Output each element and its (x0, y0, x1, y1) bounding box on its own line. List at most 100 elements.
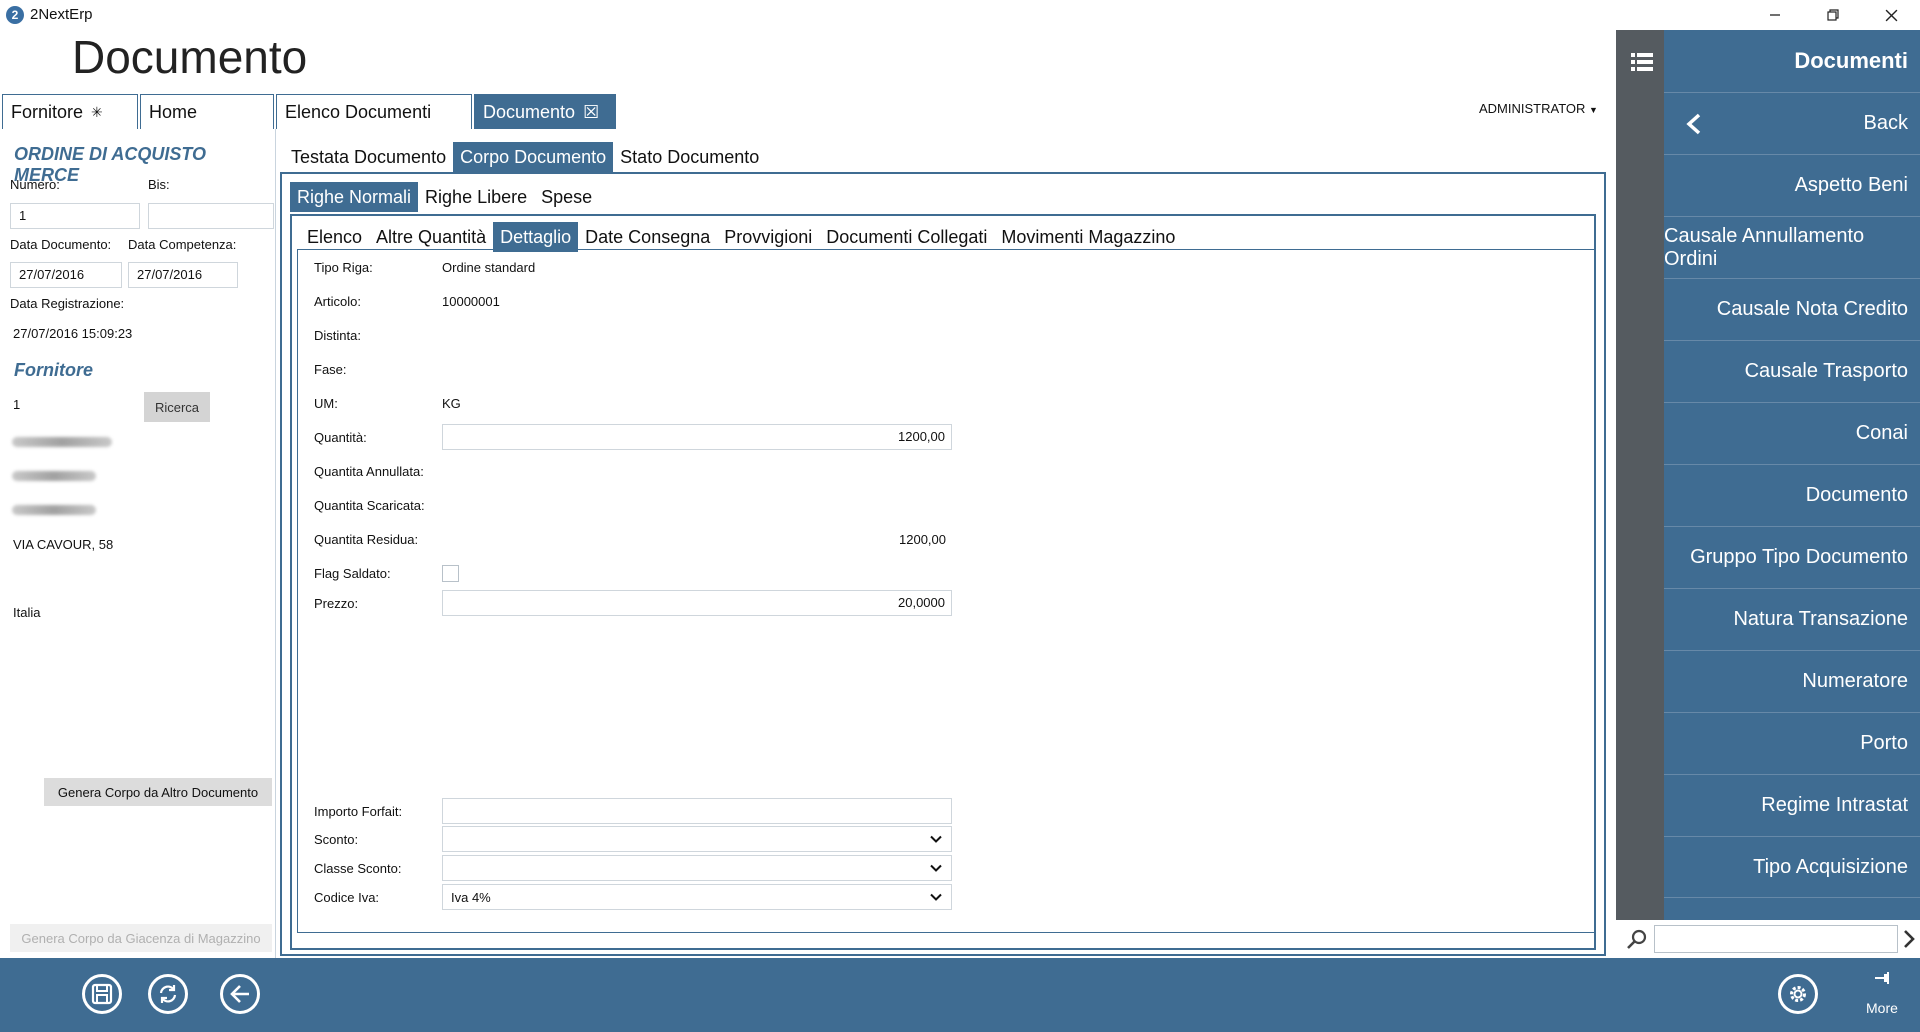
numero-input[interactable]: 1 (10, 203, 140, 229)
tab-label: Fornitore (11, 101, 84, 122)
tab-corpo-documento[interactable]: Corpo Documento (453, 142, 614, 172)
tab-provvigioni[interactable]: Provvigioni (717, 222, 819, 252)
close-window-button[interactable] (1862, 0, 1920, 30)
numero-label: Numero: (10, 177, 60, 192)
flag-saldato-checkbox[interactable] (442, 564, 459, 582)
bis-input[interactable] (148, 203, 274, 229)
classe-sconto-label: Classe Sconto: (314, 860, 402, 876)
page-title: Documento (72, 31, 308, 83)
side-search-input[interactable] (1654, 925, 1898, 953)
tab-elenco[interactable]: Elenco (300, 222, 369, 252)
row-quantita-scaricata: Quantita Scaricata: (314, 492, 442, 518)
caret-down-icon: ▼ (1589, 105, 1598, 115)
bis-label: Bis: (148, 177, 170, 192)
codice-iva-select[interactable]: Iva 4% (442, 884, 952, 910)
window-controls (1746, 0, 1920, 30)
side-item-back[interactable]: Back (1664, 92, 1920, 154)
tab-stato-documento[interactable]: Stato Documento (613, 142, 766, 172)
level3-tab-bar: Elenco Altre Quantità Dettaglio Date Con… (300, 222, 1182, 252)
more-label[interactable]: More (1866, 1000, 1898, 1016)
row-codice-iva: Codice Iva: Iva 4% (314, 884, 952, 910)
side-item-label: Causale Nota Credito (1716, 298, 1908, 320)
refresh-icon (159, 985, 177, 1003)
data-competenza-input[interactable]: 27/07/2016 (128, 262, 238, 288)
side-item-numeratore[interactable]: Numeratore (1664, 650, 1920, 712)
tab-movimenti-magazzino[interactable]: Movimenti Magazzino (994, 222, 1182, 252)
side-item-label: Conai (1855, 422, 1908, 444)
side-item-causale-trasporto[interactable]: Causale Trasporto (1664, 340, 1920, 402)
side-item-causale-nota-credito[interactable]: Causale Nota Credito (1664, 278, 1920, 340)
save-icon (91, 983, 113, 1005)
tab-label: Documento (483, 101, 576, 122)
distinta-label: Distinta: (314, 327, 361, 343)
side-item-aspetto-beni[interactable]: Aspetto Beni (1664, 154, 1920, 216)
importo-forfait-input[interactable] (442, 798, 952, 824)
side-item-label: Causale Trasporto (1744, 360, 1908, 382)
data-registrazione-value: 27/07/2016 15:09:23 (13, 326, 133, 341)
pin-icon[interactable] (1874, 970, 1890, 986)
side-item-label: Causale Annullamento Ordini (1664, 224, 1865, 270)
prezzo-input[interactable]: 20,0000 (442, 590, 952, 616)
supplier-country: Italia (13, 605, 41, 620)
tab-spese[interactable]: Spese (534, 182, 599, 212)
ricerca-button[interactable]: Ricerca (144, 392, 210, 422)
refresh-button[interactable] (148, 974, 188, 1014)
row-quantita-annullata: Quantita Annullata: (314, 458, 442, 484)
row-fase: Fase: (314, 356, 442, 382)
back-button[interactable] (220, 974, 260, 1014)
tab-dettaglio[interactable]: Dettaglio (493, 222, 579, 252)
quantita-residua-label: Quantita Residua: (314, 531, 419, 547)
side-item-conai[interactable]: Conai (1664, 402, 1920, 464)
side-item-label: Natura Transazione (1733, 608, 1908, 630)
restore-button[interactable] (1804, 0, 1862, 30)
list-icon[interactable] (1631, 52, 1653, 72)
tab-elenco-documenti[interactable]: Elenco Documenti (276, 94, 472, 129)
user-name: ADMINISTRATOR (1479, 101, 1586, 116)
tab-home[interactable]: Home (140, 94, 274, 129)
tab-documenti-collegati[interactable]: Documenti Collegati (819, 222, 994, 252)
chevron-right-icon[interactable] (1900, 928, 1918, 950)
side-panel-title: Documenti (1794, 48, 1908, 73)
prezzo-label: Prezzo: (314, 595, 359, 611)
side-item-tipo-acquisizione[interactable]: Tipo Acquisizione (1664, 836, 1920, 898)
side-item-label: Tipo Acquisizione (1753, 855, 1908, 878)
tab-date-consegna[interactable]: Date Consegna (578, 222, 717, 252)
close-icon (1885, 9, 1897, 21)
sconto-select[interactable] (442, 826, 952, 852)
tab-fornitore[interactable]: Fornitore ✳ (2, 94, 138, 129)
level1-tab-bar: Testata Documento Corpo Documento Stato … (284, 142, 766, 172)
user-menu[interactable]: ADMINISTRATOR ▼ (1479, 101, 1598, 116)
side-item-documento[interactable]: Documento (1664, 464, 1920, 526)
side-item-label: Documento (1805, 484, 1908, 506)
row-distinta: Distinta: (314, 322, 442, 348)
tab-altre-quantita[interactable]: Altre Quantità (369, 222, 493, 252)
supplier-address: VIA CAVOUR, 58 (13, 537, 114, 552)
minimize-button[interactable] (1746, 0, 1804, 30)
classe-sconto-select[interactable] (442, 855, 952, 881)
side-item-gruppo-tipo-documento[interactable]: Gruppo Tipo Documento (1664, 526, 1920, 588)
tab-documento[interactable]: Documento ☒ (474, 94, 616, 129)
tab-label: Elenco Documenti (285, 101, 432, 122)
side-item-natura-transazione[interactable]: Natura Transazione (1664, 588, 1920, 650)
um-value: KG (442, 395, 461, 411)
gear-icon (1790, 986, 1806, 1002)
tab-righe-libere[interactable]: Righe Libere (418, 182, 534, 212)
side-item-regime-intrastat[interactable]: Regime Intrastat (1664, 774, 1920, 836)
pinned-icon: ✳ (91, 103, 103, 120)
tab-righe-normali[interactable]: Righe Normali (290, 182, 419, 212)
save-button[interactable] (82, 974, 122, 1014)
side-item-label: Back (1863, 112, 1908, 134)
row-flag-saldato: Flag Saldato: (314, 560, 459, 586)
settings-button[interactable] (1778, 974, 1818, 1014)
genera-corpo-altro-documento-button[interactable]: Genera Corpo da Altro Documento (44, 778, 272, 806)
side-item-causale-annullamento-ordini[interactable]: Causale Annullamento Ordini (1664, 216, 1920, 278)
data-documento-input[interactable]: 27/07/2016 (10, 262, 122, 288)
close-tab-icon[interactable]: ☒ (583, 102, 599, 123)
quantita-input[interactable]: 1200,00 (442, 424, 952, 450)
redacted-supplier-name (12, 437, 112, 447)
side-item-porto[interactable]: Porto (1664, 712, 1920, 774)
genera-corpo-giacenza-button[interactable]: Genera Corpo da Giacenza di Magazzino (10, 924, 272, 952)
tab-testata-documento[interactable]: Testata Documento (284, 142, 453, 172)
tipo-riga-value: Ordine standard (442, 259, 536, 275)
side-item-label: Numeratore (1802, 670, 1908, 692)
